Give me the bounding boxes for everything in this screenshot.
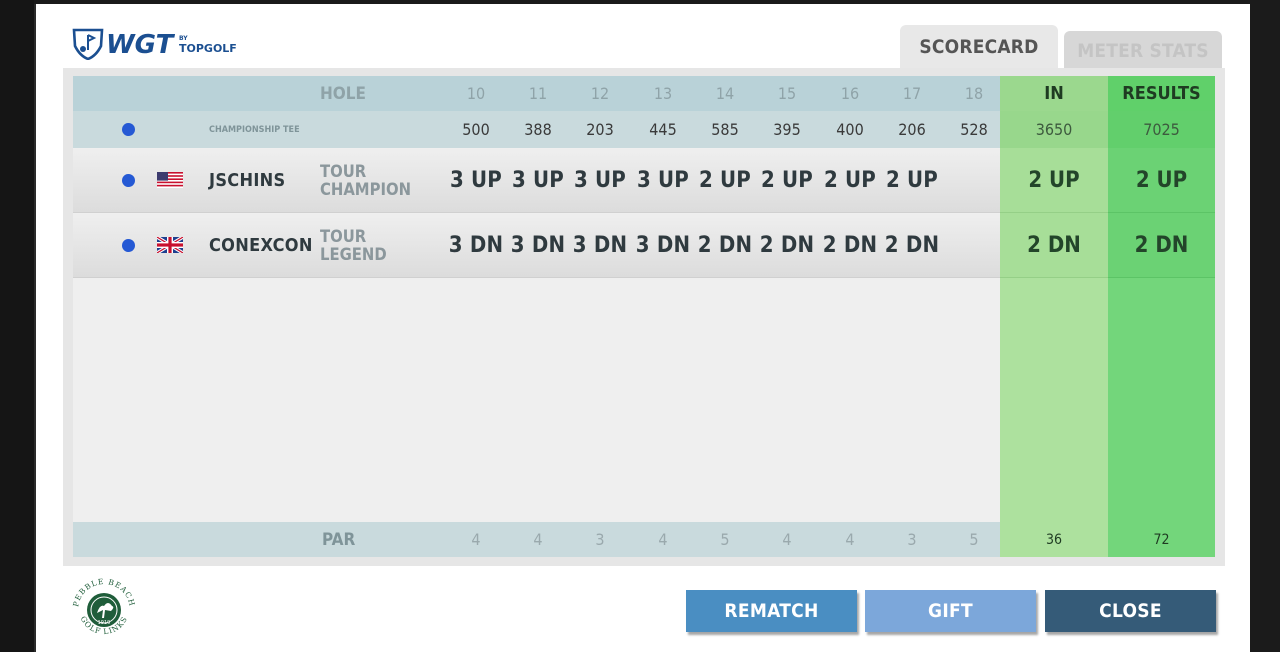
hole-score: 3 DN [510,233,566,258]
hole-score: 3 DN [635,233,691,258]
par-value: 4 [658,530,668,549]
player-name: CONEXCON [209,235,313,256]
par-value: 4 [845,530,855,549]
hole-score: 2 DN [884,233,940,258]
uk-flag-icon [156,235,184,255]
in-par-total: 36 [1045,531,1063,548]
tab-scorecard[interactable]: SCORECARD [900,25,1058,69]
result-score: 2 UP [1135,168,1188,193]
player-tier-line1: TOUR [320,226,367,246]
hole-score: 2 DN [759,233,815,258]
tab-meter-stats[interactable]: METER STATS [1064,31,1222,69]
hole-number: 11 [528,84,548,103]
scorecard-table-frame: HOLE 10 11 12 13 14 15 16 17 18 IN RESUL… [63,68,1225,566]
hole-number: 18 [964,84,984,103]
hole-number: 16 [840,84,860,103]
hole-score [944,213,1004,278]
par-label: PAR [322,529,356,550]
par-value: 5 [969,530,979,549]
hole-number: 10 [466,84,486,103]
hole-score: 2 DN [697,233,753,258]
hole-score: 3 UP [511,168,565,193]
results-yardage-total: 7025 [1143,120,1180,139]
hole-number: 14 [715,84,735,103]
yardage: 445 [649,120,677,139]
us-flag-icon [157,172,183,188]
hole-header-row: HOLE 10 11 12 13 14 15 16 17 18 IN RESUL… [73,76,1215,111]
par-value: 4 [782,530,792,549]
badge-year: 1919 [98,620,111,626]
par-value: 4 [471,530,481,549]
par-value: 3 [907,530,917,549]
par-value: 5 [720,530,730,549]
hole-score: 2 UP [698,168,752,193]
tee-yardage-row: CHAMPIONSHIP TEE 500 388 203 445 585 395… [73,111,1215,148]
player-dot-icon [122,239,135,252]
results-par-total: 72 [1153,531,1170,548]
result-score: 2 DN [1134,233,1189,258]
yardage: 395 [773,120,801,139]
tee-label: CHAMPIONSHIP TEE [209,124,300,135]
hole-score: 2 UP [885,168,939,193]
yardage: 203 [586,120,614,139]
player-row[interactable]: JSCHINS TOUR CHAMPION 3 UP 3 UP 3 UP 3 U… [73,148,1215,213]
player-tier: TOUR CHAMPION [320,148,411,213]
background-right [1248,0,1280,652]
hole-number: 17 [902,84,922,103]
par-row: PAR 4 4 3 4 5 4 4 3 5 36 72 [73,522,1215,557]
hole-score: 3 DN [448,233,504,258]
in-header: IN [1044,83,1064,104]
results-header: RESULTS [1122,83,1201,104]
yardage: 388 [524,120,552,139]
player-name: JSCHINS [209,170,286,191]
hole-score: 2 DN [822,233,878,258]
scorecard-dialog: WGT BY TOPGOLF SCORECARD METER STATS HOL… [34,4,1250,652]
svg-text:WGT: WGT [106,30,176,60]
yardage: 528 [960,120,988,139]
gift-button[interactable]: GIFT [865,590,1036,632]
hole-number: 15 [777,84,797,103]
hole-score: 2 UP [760,168,814,193]
player-row[interactable]: CONEXCON TOUR LEGEND 3 DN 3 DN 3 DN 3 DN… [73,213,1215,278]
in-yardage-total: 3650 [1035,120,1073,139]
wgt-topgolf-logo: WGT BY TOPGOLF [72,26,252,60]
par-value: 3 [595,530,605,549]
rematch-button[interactable]: REMATCH [686,590,857,632]
hole-score [944,148,1004,213]
background-left [0,0,34,652]
hole-score: 3 UP [449,168,503,193]
par-value: 4 [533,530,543,549]
hole-score: 2 UP [823,168,877,193]
player-tier-line2: CHAMPION [320,179,412,199]
hole-score: 3 UP [636,168,690,193]
player-dot-icon [122,174,135,187]
yardage: 500 [462,120,490,139]
hole-label: HOLE [320,83,366,104]
close-button[interactable]: CLOSE [1045,590,1216,632]
yardage: 206 [898,120,926,139]
yardage: 585 [711,120,739,139]
hole-score: 3 DN [572,233,628,258]
hole-score: 3 UP [573,168,627,193]
in-score: 2 DN [1027,233,1081,258]
scorecard-table: HOLE 10 11 12 13 14 15 16 17 18 IN RESUL… [73,76,1215,557]
player-tier-line1: TOUR [320,161,367,181]
pebble-beach-logo: PEBBLE BEACH GOLF LINKS 1919 [70,576,138,642]
in-score: 2 UP [1028,168,1080,193]
tee-dot-icon [122,123,135,136]
hole-number: 12 [590,84,610,103]
svg-text:BY: BY [179,35,188,42]
player-tier-line2: LEGEND [320,244,387,264]
player-tier: TOUR LEGEND [320,213,387,278]
svg-text:TOPGOLF: TOPGOLF [179,42,237,55]
hole-number: 13 [653,84,673,103]
yardage: 400 [836,120,864,139]
